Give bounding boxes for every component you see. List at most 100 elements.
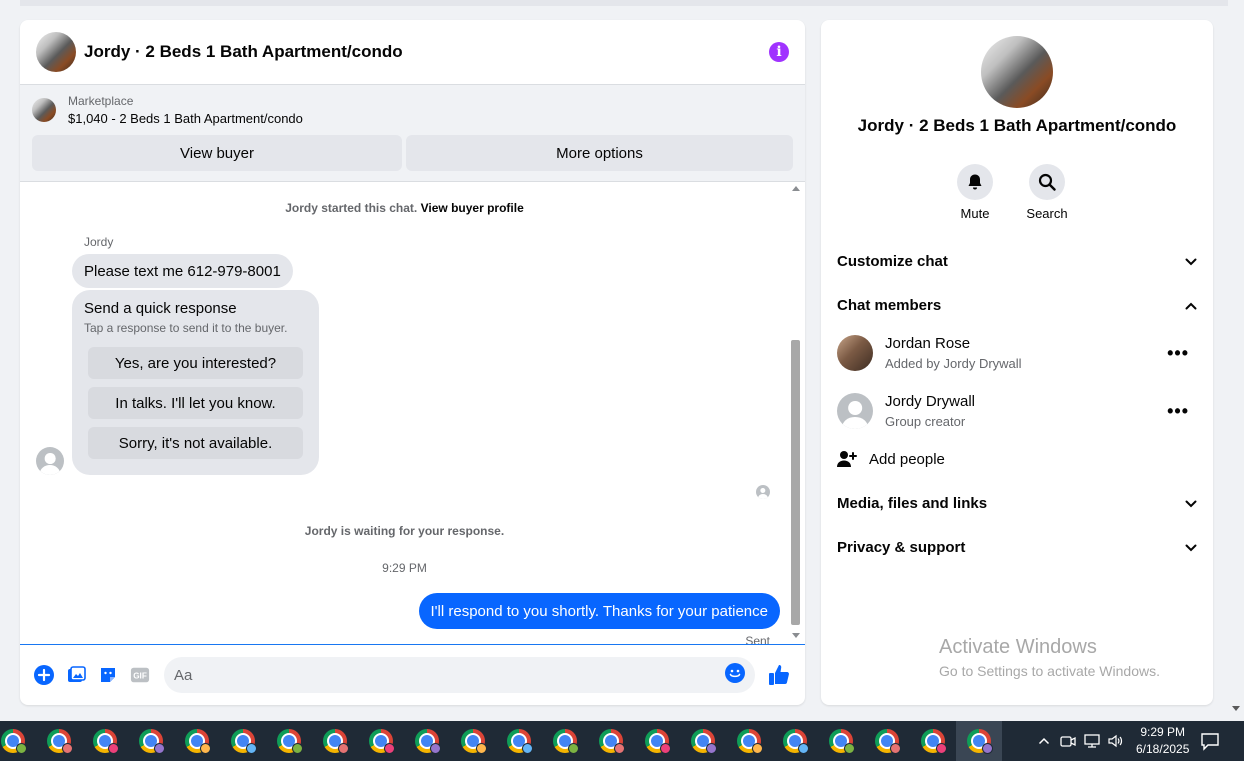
sticker-icon[interactable] [98, 665, 118, 685]
listing-avatar[interactable] [36, 32, 76, 72]
photo-icon[interactable] [66, 665, 86, 685]
plus-icon[interactable] [34, 665, 54, 685]
chrome-taskbar-icon[interactable] [220, 721, 266, 761]
activate-windows-subtitle: Go to Settings to activate Windows. [939, 663, 1160, 679]
bell-icon[interactable] [957, 164, 993, 200]
privacy-support-label: Privacy & support [837, 538, 966, 556]
privacy-support-row[interactable]: Privacy & support [837, 525, 1197, 569]
chrome-taskbar-icon[interactable] [864, 721, 910, 761]
message-input-wrapper [164, 657, 755, 693]
thumbs-up-icon[interactable] [767, 663, 791, 687]
clock-time: 9:29 PM [1140, 725, 1186, 739]
chevron-up-icon[interactable] [1032, 737, 1056, 745]
search-icon[interactable] [1029, 164, 1065, 200]
chat-members-row[interactable]: Chat members [837, 283, 1197, 327]
chevron-down-icon [1185, 539, 1197, 556]
view-buyer-button[interactable]: View buyer [32, 135, 402, 171]
more-options-button[interactable]: More options [406, 135, 793, 171]
page-scroll-down-arrow[interactable] [1232, 706, 1240, 711]
quick-response-in-talks[interactable]: In talks. I'll let you know. [88, 387, 303, 419]
chrome-taskbar-icon[interactable] [910, 721, 956, 761]
quick-response-yes[interactable]: Yes, are you interested? [88, 347, 303, 379]
marketplace-banner: Marketplace $1,040 - 2 Beds 1 Bath Apart… [20, 85, 805, 182]
meet-now-icon[interactable] [1056, 734, 1080, 748]
chat-started-notice: Jordy started this chat. View buyer prof… [20, 201, 789, 215]
profile-badge-icon [108, 743, 119, 754]
view-buyer-profile-link[interactable]: View buyer profile [421, 201, 524, 215]
clock[interactable]: 9:29 PM 6/18/2025 [1136, 724, 1189, 758]
message-scrollbar[interactable] [789, 182, 803, 642]
conversation-avatar[interactable] [981, 36, 1053, 108]
chrome-taskbar-icon[interactable] [542, 721, 588, 761]
profile-badge-icon [430, 743, 441, 754]
sender-name: Jordy [84, 235, 114, 249]
customize-chat-row[interactable]: Customize chat [837, 239, 1197, 283]
scroll-up-arrow[interactable] [792, 186, 800, 191]
media-files-label: Media, files and links [837, 494, 988, 512]
gif-icon[interactable]: GIF [130, 665, 150, 685]
taskbar-apps [0, 721, 1002, 761]
chrome-taskbar-icon[interactable] [772, 721, 818, 761]
chrome-taskbar-icon[interactable] [450, 721, 496, 761]
network-icon[interactable] [1080, 734, 1104, 748]
member-subtitle: Added by Jordy Drywall [885, 356, 1022, 371]
chat-header: Jordy · 2 Beds 1 Bath Apartment/condo i [20, 20, 805, 85]
member-row[interactable]: Jordan Rose Added by Jordy Drywall ••• [837, 327, 1197, 379]
member-name: Jordan Rose [885, 335, 971, 352]
customize-chat-label: Customize chat [837, 252, 948, 270]
chrome-taskbar-icon[interactable] [818, 721, 864, 761]
mute-action[interactable]: Mute [957, 164, 993, 221]
member-avatar [837, 393, 873, 429]
incoming-message[interactable]: Please text me 612-979-8001 [72, 254, 293, 288]
message-timestamp: 9:29 PM [382, 561, 427, 575]
chrome-taskbar-icon[interactable] [956, 721, 1002, 761]
media-files-row[interactable]: Media, files and links [837, 481, 1197, 525]
listing-price[interactable]: $1,040 - 2 Beds 1 Bath Apartment/condo [68, 111, 303, 126]
chat-title[interactable]: Jordy · 2 Beds 1 Bath Apartment/condo [84, 42, 769, 62]
chrome-taskbar-icon[interactable] [588, 721, 634, 761]
chrome-taskbar-icon[interactable] [726, 721, 772, 761]
message-input[interactable] [174, 666, 725, 684]
add-people-label: Add people [869, 450, 945, 468]
emoji-icon[interactable] [725, 662, 745, 688]
profile-badge-icon [568, 743, 579, 754]
chrome-taskbar-icon[interactable] [128, 721, 174, 761]
chrome-taskbar-icon[interactable] [312, 721, 358, 761]
chrome-taskbar-icon[interactable] [174, 721, 220, 761]
profile-badge-icon [16, 743, 27, 754]
details-actions: Mute Search [957, 164, 1068, 221]
chrome-taskbar-icon[interactable] [0, 721, 36, 761]
chrome-taskbar-icon[interactable] [496, 721, 542, 761]
chrome-taskbar-icon[interactable] [266, 721, 312, 761]
chrome-taskbar-icon[interactable] [404, 721, 450, 761]
profile-badge-icon [62, 743, 73, 754]
more-icon[interactable]: ••• [1167, 343, 1197, 364]
profile-badge-icon [844, 743, 855, 754]
volume-icon[interactable] [1104, 734, 1128, 748]
quick-response-not-available[interactable]: Sorry, it's not available. [88, 427, 303, 459]
search-action[interactable]: Search [1026, 164, 1068, 221]
add-people-row[interactable]: Add people [837, 437, 1197, 481]
scroll-down-arrow[interactable] [792, 633, 800, 638]
message-list: Jordy started this chat. View buyer prof… [20, 182, 789, 648]
chrome-taskbar-icon[interactable] [680, 721, 726, 761]
member-row[interactable]: Jordy Drywall Group creator ••• [837, 385, 1197, 437]
details-title: Jordy · 2 Beds 1 Bath Apartment/condo [857, 116, 1177, 135]
chrome-taskbar-icon[interactable] [82, 721, 128, 761]
profile-badge-icon [890, 743, 901, 754]
mute-label: Mute [960, 206, 990, 221]
member-avatar [837, 335, 873, 371]
scroll-thumb[interactable] [791, 340, 800, 625]
notification-icon[interactable] [1200, 731, 1220, 756]
more-icon[interactable]: ••• [1167, 401, 1197, 422]
activate-windows-title: Activate Windows [939, 636, 1097, 658]
chrome-taskbar-icon[interactable] [36, 721, 82, 761]
chrome-taskbar-icon[interactable] [634, 721, 680, 761]
composer: GIF [20, 644, 805, 705]
taskbar: 9:29 PM 6/18/2025 [0, 721, 1244, 761]
system-tray: 9:29 PM 6/18/2025 [1032, 721, 1189, 761]
chrome-taskbar-icon[interactable] [358, 721, 404, 761]
outgoing-message[interactable]: I'll respond to you shortly. Thanks for … [418, 593, 780, 629]
activate-windows-watermark: Activate Windows Go to Settings to activ… [939, 636, 1160, 679]
info-icon[interactable]: i [769, 42, 789, 62]
